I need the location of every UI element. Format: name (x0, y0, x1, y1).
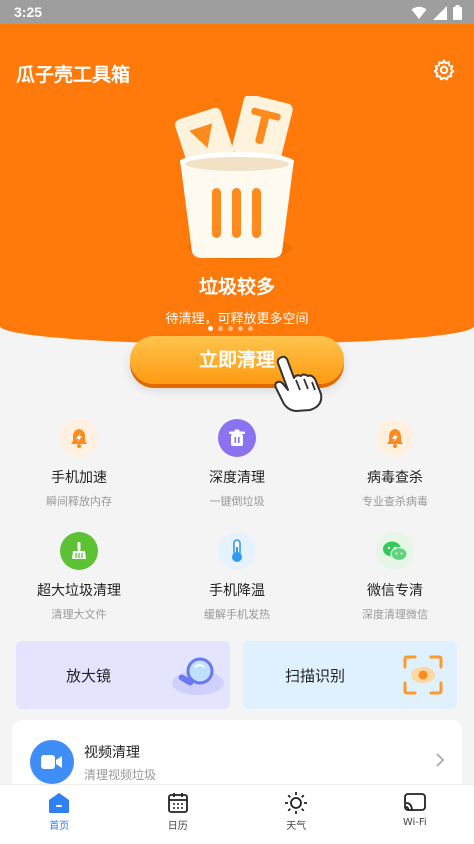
nav-label: Wi-Fi (402, 817, 427, 828)
nav-label: 首页 (49, 821, 70, 832)
carousel-dot (248, 326, 253, 331)
pointing-hand-icon (274, 355, 323, 412)
status-time: 3:25 (14, 4, 43, 20)
scan-recognize-card[interactable]: 扫描识别 (243, 641, 457, 709)
boost-bell-icon (60, 419, 98, 457)
tool-desc: 清理大文件 (51, 608, 107, 621)
video-camera-icon (30, 740, 74, 784)
virus-bell-icon (376, 419, 414, 457)
app-title: 瓜子壳工具箱 (16, 64, 131, 86)
nav-label: 日历 (167, 821, 188, 832)
sun-icon (285, 792, 308, 814)
trash-icon (218, 419, 256, 457)
hero-banner: 瓜子壳工具箱 垃圾较多 待清理，可释放更多空间 (0, 24, 474, 344)
tool-name: 深度清理 (209, 470, 265, 486)
carousel-dot (218, 326, 223, 331)
tool-desc: 一键倒垃圾 (209, 495, 265, 508)
home-icon (49, 793, 70, 813)
tool-name: 超大垃圾清理 (37, 583, 121, 599)
signal-icon (433, 5, 447, 20)
tool-deep-clean[interactable]: 深度清理 一键倒垃圾 (158, 419, 316, 509)
carousel-dots (208, 326, 253, 331)
tool-name: 手机降温 (209, 583, 265, 599)
tool-desc: 深度清理微信 (362, 608, 428, 621)
nav-wifi[interactable]: Wi-Fi (356, 785, 474, 844)
carousel-dot (208, 326, 213, 331)
tool-desc: 瞬间释放内存 (46, 495, 112, 508)
bottom-nav: 首页 日历 天气 Wi-Fi (0, 784, 474, 844)
tool-virus-scan[interactable]: 病毒查杀 专业查杀病毒 (316, 419, 474, 509)
cast-icon (403, 793, 426, 812)
carousel-dot (238, 326, 243, 331)
magnifier-card-label: 放大镜 (66, 667, 112, 685)
tool-name: 手机加速 (51, 470, 107, 486)
scan-icon (403, 655, 443, 695)
video-clean-title: 视频清理 (84, 745, 140, 761)
tool-name: 病毒查杀 (367, 470, 423, 486)
wifi-icon (411, 6, 427, 19)
tool-desc: 缓解手机发热 (204, 608, 270, 621)
status-icons (411, 5, 462, 20)
carousel-dot (228, 326, 233, 331)
tool-large-file-clean[interactable]: 超大垃圾清理 清理大文件 (0, 532, 158, 622)
magnifier-card[interactable]: 放大镜 (16, 641, 230, 709)
calendar-icon (167, 793, 188, 813)
tool-name: 微信专清 (367, 583, 423, 599)
tool-desc: 专业查杀病毒 (362, 495, 428, 508)
video-clean-desc: 清理视频垃圾 (84, 768, 157, 782)
tool-phone-boost[interactable]: 手机加速 瞬间释放内存 (0, 419, 158, 509)
magnifier-icon (172, 657, 224, 695)
wechat-icon (376, 532, 414, 570)
tool-wechat-clean[interactable]: 微信专清 深度清理微信 (316, 532, 474, 622)
junk-status-subtitle: 待清理，可释放更多空间 (165, 312, 309, 327)
trash-bin-illustration (175, 96, 294, 260)
tool-phone-cooling[interactable]: 手机降温 缓解手机发热 (158, 532, 316, 622)
nav-calendar[interactable]: 日历 (119, 785, 238, 844)
junk-status-title: 垃圾较多 (198, 276, 275, 298)
nav-label: 天气 (286, 821, 307, 832)
scan-card-label: 扫描识别 (285, 667, 346, 685)
broom-icon (60, 532, 98, 570)
thermometer-icon (218, 532, 256, 570)
status-bar: 3:25 (0, 0, 474, 24)
nav-weather[interactable]: 天气 (237, 785, 356, 844)
settings-gear-icon[interactable] (432, 58, 456, 82)
chevron-right-icon (436, 753, 445, 767)
nav-home[interactable]: 首页 (0, 785, 119, 844)
battery-icon (453, 5, 462, 20)
